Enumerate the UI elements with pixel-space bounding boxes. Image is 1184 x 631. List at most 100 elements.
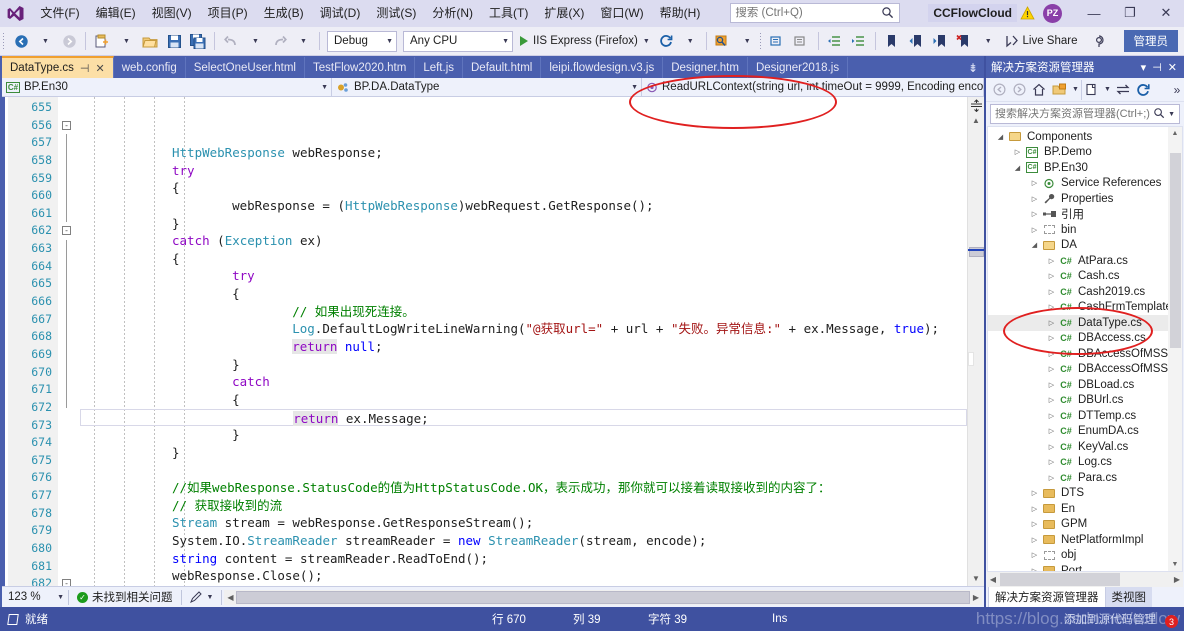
tree-node[interactable]: ▷ obj — [988, 548, 1182, 564]
tree-node[interactable]: ▷ C# DBLoad.cs — [988, 377, 1182, 393]
forward-arrow-icon[interactable] — [1009, 80, 1029, 100]
fold-row[interactable] — [58, 522, 80, 540]
fold-row[interactable] — [58, 381, 80, 399]
back-arrow-icon[interactable] — [989, 80, 1009, 100]
redo-dropdown[interactable]: ▼ — [291, 29, 315, 53]
tab-designer2018-js[interactable]: Designer2018.js — [747, 57, 849, 78]
close-icon[interactable]: ✕ — [1165, 61, 1180, 74]
navigate-backward-button[interactable] — [9, 29, 33, 53]
se-scroll-thumb[interactable] — [1170, 153, 1181, 348]
code-line[interactable]: Stream stream = webResponse.GetResponseS… — [80, 514, 967, 532]
fold-row[interactable]: - — [58, 117, 80, 135]
chevron-down-icon[interactable]: ▾ — [1138, 61, 1150, 74]
tree-expander-icon[interactable]: ▷ — [1045, 365, 1058, 373]
tree-expander-icon[interactable]: ◢ — [1011, 164, 1024, 172]
tree-expander-icon[interactable]: ▷ — [1045, 257, 1058, 265]
tree-node[interactable]: ▷ C# AtPara.cs — [988, 253, 1182, 269]
menu-item-test[interactable]: 测试(S) — [368, 1, 424, 25]
fold-row[interactable] — [58, 257, 80, 276]
fold-row[interactable] — [58, 134, 80, 152]
fold-row[interactable] — [58, 328, 80, 346]
se-scroll-left-arrow[interactable]: ◀ — [987, 575, 999, 584]
tree-expander-icon[interactable]: ▷ — [1045, 474, 1058, 482]
issues-indicator[interactable]: ✓ 未找到相关问题 — [69, 589, 181, 605]
zoom-level-combo[interactable]: 123 % ▼ — [2, 591, 68, 603]
code-line[interactable]: catch (Exception ex) — [80, 232, 967, 250]
tree-expander-icon[interactable]: ▷ — [1045, 319, 1058, 327]
code-analysis-button[interactable]: ▼ — [182, 591, 222, 603]
tab-datatype-cs[interactable]: DataType.cs ⊣ ✕ — [2, 56, 114, 78]
tab-leipi-flowdesign-js[interactable]: leipi.flowdesign.v3.js — [541, 57, 664, 78]
fold-row[interactable] — [58, 398, 80, 417]
menu-item-extensions[interactable]: 扩展(X) — [536, 1, 592, 25]
code-line[interactable]: // 如果出现死连接。 — [80, 303, 967, 321]
save-button[interactable] — [162, 29, 186, 53]
tree-node[interactable]: ▷ C# DBUrl.cs — [988, 393, 1182, 409]
hscroll-thumb[interactable] — [236, 590, 970, 604]
next-bookmark-button[interactable] — [928, 29, 952, 53]
fold-row[interactable] — [58, 469, 80, 487]
solution-platform-combo[interactable]: Any CPU ▼ — [403, 30, 513, 52]
fold-row[interactable] — [58, 558, 80, 576]
tab-solution-explorer[interactable]: 解决方案资源管理器 — [988, 586, 1106, 607]
tree-node[interactable]: ▷ Port — [988, 563, 1182, 571]
toolbar-overflow-2[interactable]: ▼ — [976, 29, 1000, 53]
decrease-indent-button[interactable] — [823, 29, 847, 53]
hot-reload-button[interactable] — [654, 29, 678, 53]
fold-row[interactable] — [58, 204, 80, 223]
select-element-button[interactable] — [711, 29, 735, 53]
increase-indent-button[interactable] — [847, 29, 871, 53]
code-line[interactable]: string content = streamReader.ReadToEnd(… — [80, 550, 967, 568]
refresh-icon[interactable] — [1133, 80, 1153, 100]
menu-item-file[interactable]: 文件(F) — [32, 1, 87, 25]
undo-button[interactable] — [219, 29, 243, 53]
tree-node[interactable]: ▷ En — [988, 501, 1182, 517]
menu-item-view[interactable]: 视图(V) — [144, 1, 200, 25]
uncomment-selection-button[interactable] — [790, 29, 814, 53]
tree-expander-icon[interactable]: ▷ — [1045, 272, 1058, 280]
tree-node[interactable]: ▷ C# CashFrmTemplate.cs — [988, 300, 1182, 316]
scroll-down-arrow[interactable]: ▼ — [972, 574, 980, 583]
menu-item-tools[interactable]: 工具(T) — [481, 1, 536, 25]
tree-expander-icon[interactable]: ▷ — [1045, 381, 1058, 389]
tree-node[interactable]: ▷ C# Cash2019.cs — [988, 284, 1182, 300]
tree-expander-icon[interactable]: ▷ — [1028, 195, 1041, 203]
fold-row[interactable] — [58, 452, 80, 470]
menu-item-analyze[interactable]: 分析(N) — [424, 1, 481, 25]
chevron-down-icon[interactable]: ▼ — [643, 38, 650, 45]
tree-node[interactable]: ▷ C# Cash.cs — [988, 269, 1182, 285]
tree-expander-icon[interactable]: ▷ — [1045, 288, 1058, 296]
toggle-bookmark-button[interactable] — [880, 29, 904, 53]
tab-class-view[interactable]: 类视图 — [1105, 587, 1152, 607]
home-icon[interactable] — [1029, 80, 1049, 100]
fold-row[interactable]: - — [58, 222, 80, 240]
tree-node[interactable]: ▷ 引用 — [988, 207, 1182, 223]
scroll-right-arrow[interactable]: ▶ — [970, 593, 982, 602]
tab-designer-htm[interactable]: Designer.htm — [663, 57, 748, 78]
code-line[interactable]: return content; — [80, 585, 967, 586]
tree-node[interactable]: ▷ bin — [988, 222, 1182, 238]
show-all-files-icon[interactable] — [1081, 79, 1101, 100]
tree-node[interactable]: ◢ Components — [988, 129, 1182, 145]
code-line[interactable]: return null; — [80, 338, 967, 356]
add-to-source-control-label[interactable]: 添加到源代码管理 — [1064, 611, 1156, 627]
code-text-area[interactable]: HttpWebResponse webResponse; try{ webResp… — [80, 97, 967, 586]
save-all-button[interactable] — [186, 29, 210, 53]
code-line[interactable]: try — [80, 267, 967, 285]
fold-row[interactable] — [58, 293, 80, 311]
previous-bookmark-button[interactable] — [904, 29, 928, 53]
project-dropdown[interactable]: C# BP.En30 ▼ — [2, 77, 332, 97]
chevron-down-icon-2[interactable]: ▼ — [1101, 80, 1113, 100]
fold-row[interactable] — [58, 275, 80, 294]
warning-icon[interactable] — [1017, 3, 1037, 23]
code-line[interactable]: } — [80, 356, 967, 374]
fold-row[interactable] — [58, 99, 80, 117]
search-input[interactable] — [735, 7, 896, 19]
se-scroll-up-arrow[interactable]: ▲ — [1168, 127, 1182, 137]
menu-item-edit[interactable]: 编辑(E) — [88, 1, 144, 25]
type-dropdown[interactable]: BP.DA.DataType ▼ — [332, 77, 642, 97]
fold-row[interactable] — [58, 505, 80, 523]
member-dropdown[interactable]: ReadURLContext(string url, int timeOut =… — [642, 77, 984, 97]
toolbar-overflow-1[interactable]: ▼ — [735, 29, 759, 53]
tree-node[interactable]: ▷ C# EnumDA.cs — [988, 424, 1182, 440]
